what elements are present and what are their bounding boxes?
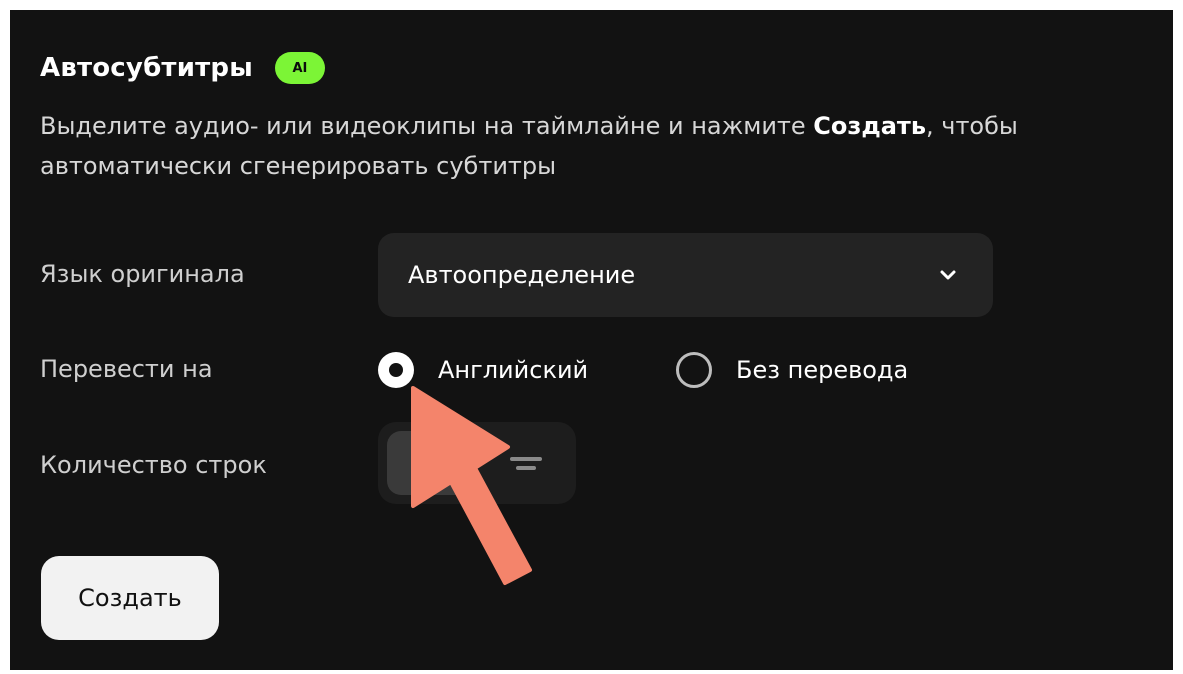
radio-english[interactable]: Английский <box>378 352 588 388</box>
single-line-option[interactable] <box>387 431 469 495</box>
radio-no-translation[interactable]: Без перевода <box>676 352 908 388</box>
source-language-label: Язык оригинала <box>40 260 245 288</box>
panel-title: Автосубтитры <box>40 53 253 83</box>
radio-english-label: Английский <box>438 356 589 384</box>
line-count-label: Количество строк <box>40 451 267 479</box>
two-lines-option[interactable] <box>485 431 567 495</box>
description-text: Выделите аудио- или видеоклипы на таймла… <box>40 112 814 140</box>
create-button[interactable]: Создать <box>41 556 219 640</box>
chevron-down-icon <box>940 270 956 280</box>
source-language-select[interactable]: Автоопределение <box>378 233 993 317</box>
radio-no-translation-label: Без перевода <box>736 356 909 384</box>
two-lines-icon <box>510 457 542 470</box>
description-bold: Создать <box>813 112 927 140</box>
title-row: Автосубтитры AI <box>40 46 325 90</box>
radio-selected-icon <box>378 352 414 388</box>
single-line-icon <box>413 461 443 465</box>
auto-subtitles-panel: Автосубтитры AI Выделите аудио- или виде… <box>10 10 1173 670</box>
radio-unselected-icon <box>676 352 712 388</box>
panel-description: Выделите аудио- или видеоклипы на таймла… <box>40 106 1150 186</box>
source-language-value: Автоопределение <box>408 261 636 289</box>
ai-badge: AI <box>274 52 325 84</box>
line-count-toggle <box>378 422 576 504</box>
translate-to-label: Перевести на <box>40 355 213 383</box>
